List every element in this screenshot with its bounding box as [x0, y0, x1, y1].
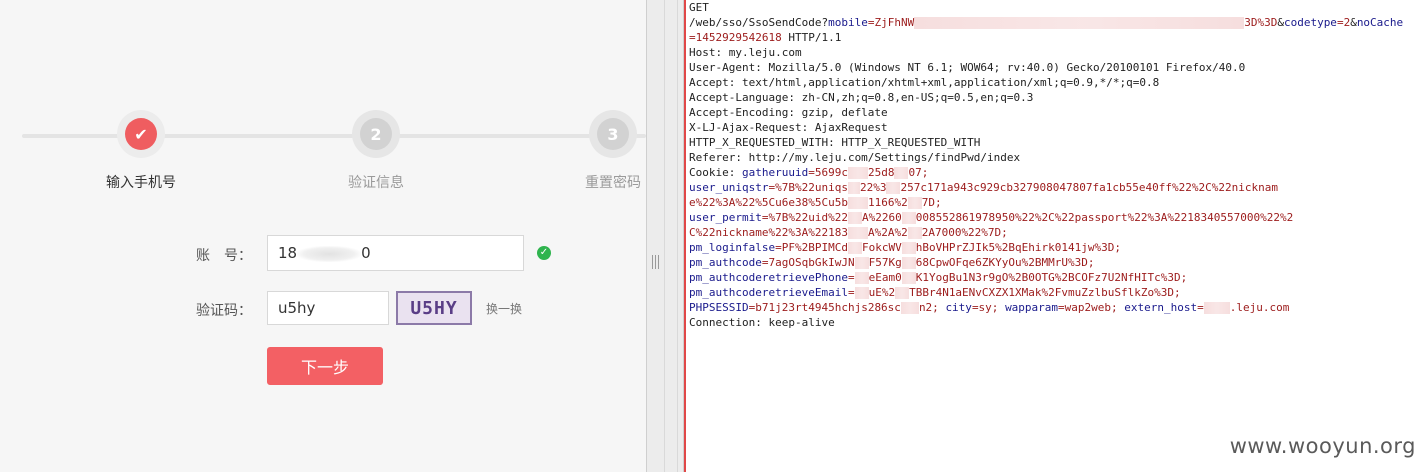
- refresh-captcha-link[interactable]: 换一换: [486, 300, 522, 317]
- check-icon: ✔: [125, 118, 157, 150]
- captcha-image[interactable]: U5HY: [396, 291, 472, 325]
- watermark: www.wooyun.org: [1229, 434, 1416, 458]
- check-circle-icon: ✓: [537, 246, 551, 260]
- step-enter-phone: ✔ 输入手机号: [81, 110, 201, 192]
- account-value-prefix: 18: [278, 244, 298, 262]
- next-step-button[interactable]: 下一步: [267, 347, 383, 385]
- reset-password-panel: ✔ 输入手机号 2 验证信息 3 重置密码 账 号： 18 0 ✓ 验证码： u5…: [0, 0, 646, 472]
- pane-splitter[interactable]: [646, 0, 684, 472]
- captcha-input[interactable]: u5hy: [267, 291, 389, 325]
- step-label: 重置密码: [585, 175, 641, 191]
- account-value-suffix: 0: [361, 244, 371, 262]
- step-label: 验证信息: [348, 175, 404, 191]
- request-text[interactable]: GET /web/sso/SsoSendCode?mobile=ZjFhNW 3D…: [686, 0, 1426, 330]
- step-reset-password: 3 重置密码: [553, 110, 646, 192]
- step-verify-info: 2 验证信息: [316, 110, 436, 192]
- http-request-viewer: GET /web/sso/SsoSendCode?mobile=ZjFhNW 3D…: [684, 0, 1426, 472]
- request-method: GET: [689, 1, 709, 14]
- account-label: 账 号：: [196, 248, 252, 264]
- splitter-grip-icon[interactable]: [652, 255, 659, 269]
- account-input[interactable]: 18 0: [267, 235, 524, 271]
- captcha-label: 验证码：: [196, 303, 252, 319]
- step-label: 输入手机号: [106, 175, 176, 191]
- redacted-digits: [297, 245, 362, 262]
- step-number: 3: [597, 118, 629, 150]
- step-number: 2: [360, 118, 392, 150]
- redacted-mobile: [914, 17, 1245, 29]
